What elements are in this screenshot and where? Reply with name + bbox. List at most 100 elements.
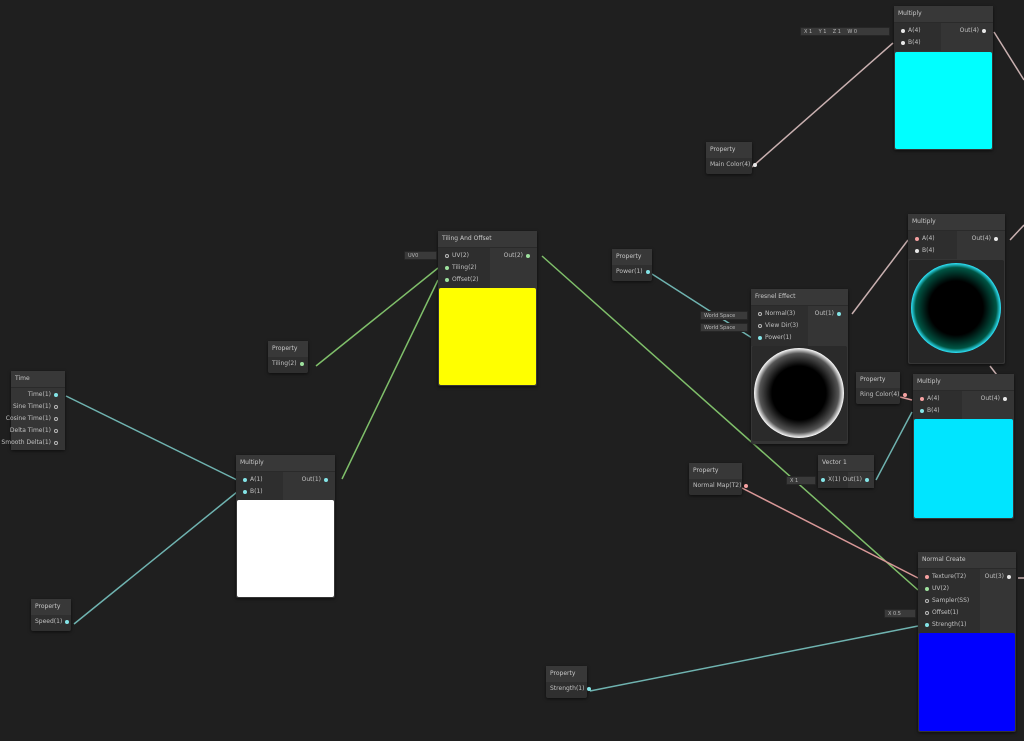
wire-multiply-speed-to-offset	[341, 279, 439, 480]
property-output[interactable]: Normal Map(T2)	[689, 479, 749, 493]
node-title: Multiply	[913, 374, 1014, 391]
output-port[interactable]: Out(4)	[981, 393, 1010, 405]
port-label: Strength(1)	[932, 621, 967, 628]
input-a-port[interactable]: A(4)	[898, 25, 921, 37]
wire-fresnel-to-multiply-mid	[851, 239, 909, 315]
property-node-ring-color[interactable]: Property Ring Color(4)	[856, 372, 907, 404]
input-a-port[interactable]: A(1)	[240, 474, 263, 486]
port-dot-icon	[920, 396, 924, 401]
input-offset-port[interactable]: Offset(1)	[922, 607, 959, 619]
node-title: Normal Create	[918, 552, 1016, 569]
node-title: Fresnel Effect	[751, 289, 848, 306]
input-tiling-port[interactable]: Tiling(2)	[442, 262, 477, 274]
port-label: Out(3)	[984, 573, 1004, 580]
input-b-port[interactable]: B(4)	[917, 405, 940, 417]
property-output[interactable]: Power(1)	[612, 265, 652, 279]
input-power-port[interactable]: Power(1)	[755, 332, 792, 344]
multiply-node-mid[interactable]: Multiply A(4) B(4) Out(4)	[908, 214, 1005, 364]
input-sampler-port[interactable]: Sampler(SS)	[922, 595, 969, 607]
port-dot-icon	[901, 28, 905, 33]
port-dot-icon	[1007, 574, 1011, 579]
port-dot-icon	[837, 311, 841, 316]
input-b-port[interactable]: B(4)	[912, 245, 935, 257]
vector-input-field[interactable]: X 1 Y 1 Z 1 W 0	[800, 27, 890, 36]
property-node-tiling[interactable]: Property Tiling(2)	[268, 341, 308, 373]
preview-swatch	[919, 633, 1015, 731]
view-space-dropdown[interactable]: World Space	[700, 323, 748, 332]
output-time-port[interactable]: Time(1)	[28, 389, 61, 401]
port-dot-icon	[587, 686, 592, 691]
property-node-main-color[interactable]: Property Main Color(4)	[706, 142, 758, 174]
output-port[interactable]: Out(2)	[504, 250, 533, 262]
output-sine-time-port[interactable]: Sine Time(1)	[13, 401, 61, 413]
output-port[interactable]: Out(1)	[815, 308, 844, 320]
wire-tiling-prop-to-tiling-offset	[315, 267, 439, 367]
output-port[interactable]: Out(4)	[972, 233, 1001, 245]
input-view-dir-port[interactable]: View Dir(3)	[755, 320, 798, 332]
normal-space-dropdown[interactable]: World Space	[700, 311, 748, 320]
port-dot-icon	[925, 610, 929, 615]
property-node-strength[interactable]: Property Strength(1)	[546, 666, 592, 698]
port-dot-icon	[925, 574, 929, 579]
input-b-port[interactable]: B(1)	[240, 486, 263, 498]
offset-value-field[interactable]: X 0.5	[884, 609, 916, 618]
input-normal-port[interactable]: Normal(3)	[755, 308, 795, 320]
property-output[interactable]: Tiling(2)	[268, 357, 308, 371]
output-port[interactable]: Out(4)	[960, 25, 989, 37]
node-title: Property	[268, 341, 308, 357]
input-uv-port[interactable]: UV(2)	[922, 583, 949, 595]
uv-channel-dropdown[interactable]: UV0	[404, 251, 437, 260]
normal-create-node[interactable]: Normal Create Texture(T2) UV(2) Sampler(…	[918, 552, 1016, 732]
output-port[interactable]: Out(3)	[985, 571, 1014, 583]
input-uv-port[interactable]: UV(2)	[442, 250, 469, 262]
port-dot-icon	[982, 28, 986, 33]
output-port[interactable]: Out(1)	[302, 474, 331, 486]
port-label: Out(4)	[959, 27, 979, 34]
output-cosine-time-port[interactable]: Cosine Time(1)	[6, 413, 61, 425]
property-output[interactable]: Main Color(4)	[706, 158, 758, 172]
output-port[interactable]: Out(1)	[843, 474, 872, 486]
property-node-power[interactable]: Property Power(1)	[612, 249, 652, 281]
input-a-port[interactable]: A(4)	[912, 233, 935, 245]
multiply-node-top[interactable]: Multiply A(4) B(4) Out(4)	[894, 6, 993, 150]
input-offset-port[interactable]: Offset(2)	[442, 274, 479, 286]
wire-vector1-to-multiply-ring	[875, 411, 913, 481]
port-dot-icon	[526, 253, 530, 258]
property-output[interactable]: Ring Color(4)	[856, 388, 907, 402]
property-node-normal-map[interactable]: Property Normal Map(T2)	[689, 463, 749, 495]
node-title: Property	[31, 599, 71, 615]
node-title: Multiply	[894, 6, 993, 23]
tiling-offset-node[interactable]: Tiling And Offset UV(2) Tiling(2) Offset…	[438, 231, 537, 386]
fresnel-effect-node[interactable]: Fresnel Effect Normal(3) View Dir(3) Pow…	[751, 289, 848, 444]
port-dot-icon	[744, 483, 749, 488]
property-output[interactable]: Speed(1)	[31, 615, 71, 629]
input-strength-port[interactable]: Strength(1)	[922, 619, 966, 631]
port-label: Sine Time(1)	[12, 403, 51, 410]
port-label: Out(4)	[980, 395, 1000, 402]
fresnel-preview	[752, 346, 847, 441]
time-node[interactable]: Time Time(1) Sine Time(1) Cosine Time(1)…	[1, 371, 65, 450]
port-dot-icon	[915, 236, 919, 241]
node-title: Time	[11, 371, 65, 388]
node-title: Property	[706, 142, 752, 158]
vector1-node[interactable]: Vector 1 X(1) Out(1)	[818, 455, 874, 488]
multiply-node-speed[interactable]: Multiply A(1) B(1) Out(1)	[236, 455, 335, 598]
port-dot-icon	[821, 477, 825, 482]
multiply-node-ring[interactable]: Multiply A(4) B(4) Out(4)	[913, 374, 1014, 519]
input-x-port[interactable]: X(1)	[818, 474, 841, 486]
port-label: Power(1)	[765, 334, 792, 341]
port-dot-icon	[925, 622, 929, 627]
property-output[interactable]: Strength(1)	[546, 682, 592, 696]
node-title: Vector 1	[818, 455, 874, 472]
property-node-speed[interactable]: Property Speed(1)	[31, 599, 71, 631]
input-a-port[interactable]: A(4)	[917, 393, 940, 405]
output-smooth-delta-port[interactable]: Smooth Delta(1)	[1, 437, 61, 449]
port-dot-icon	[445, 253, 449, 258]
port-dot-icon	[915, 248, 919, 253]
port-label: UV(2)	[932, 585, 949, 592]
input-b-port[interactable]: B(4)	[898, 37, 921, 49]
vector1-x-field[interactable]: X 1	[786, 476, 816, 485]
input-texture-port[interactable]: Texture(T2)	[922, 571, 966, 583]
port-dot-icon	[753, 162, 758, 167]
output-delta-time-port[interactable]: Delta Time(1)	[10, 425, 61, 437]
